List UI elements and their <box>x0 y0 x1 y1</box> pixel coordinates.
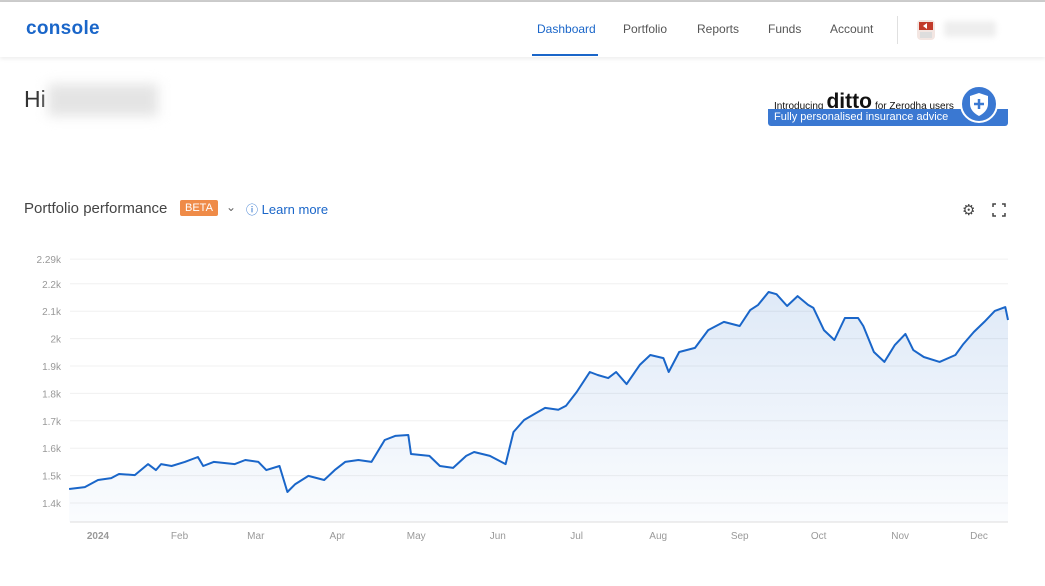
x-tick-label: Mar <box>247 531 265 542</box>
y-tick-label: 1.8k <box>42 389 62 400</box>
portfolio-chart[interactable]: 1.4k 1.5k 1.6k 1.7k 1.8k 1.9k 2k 2.1k 2.2k 2.29k 2… <box>0 0 1045 586</box>
x-tick-label: Jun <box>490 531 506 542</box>
chart-area-fill <box>69 292 1009 522</box>
y-tick-label: 2.1k <box>42 307 62 318</box>
y-tick-label: 2k <box>50 335 62 346</box>
x-tick-label: May <box>407 531 426 542</box>
x-tick-label: Aug <box>649 531 667 542</box>
x-tick-label: Apr <box>330 531 346 542</box>
x-tick-label: Dec <box>970 531 988 542</box>
y-tick-label: 2.29k <box>37 255 62 266</box>
y-tick-label: 1.7k <box>42 417 62 428</box>
x-tick-label: Nov <box>891 531 909 542</box>
y-tick-label: 1.9k <box>42 362 62 373</box>
x-tick-label: Feb <box>171 531 189 542</box>
x-tick-label: Oct <box>811 531 827 542</box>
x-tick-label: 2024 <box>87 531 110 542</box>
x-tick-label: Sep <box>731 531 749 542</box>
y-tick-label: 1.6k <box>42 444 62 455</box>
y-tick-label: 1.5k <box>42 472 62 483</box>
y-tick-label: 1.4k <box>42 499 62 510</box>
x-tick-label: Jul <box>570 531 583 542</box>
y-tick-label: 2.2k <box>42 280 62 291</box>
